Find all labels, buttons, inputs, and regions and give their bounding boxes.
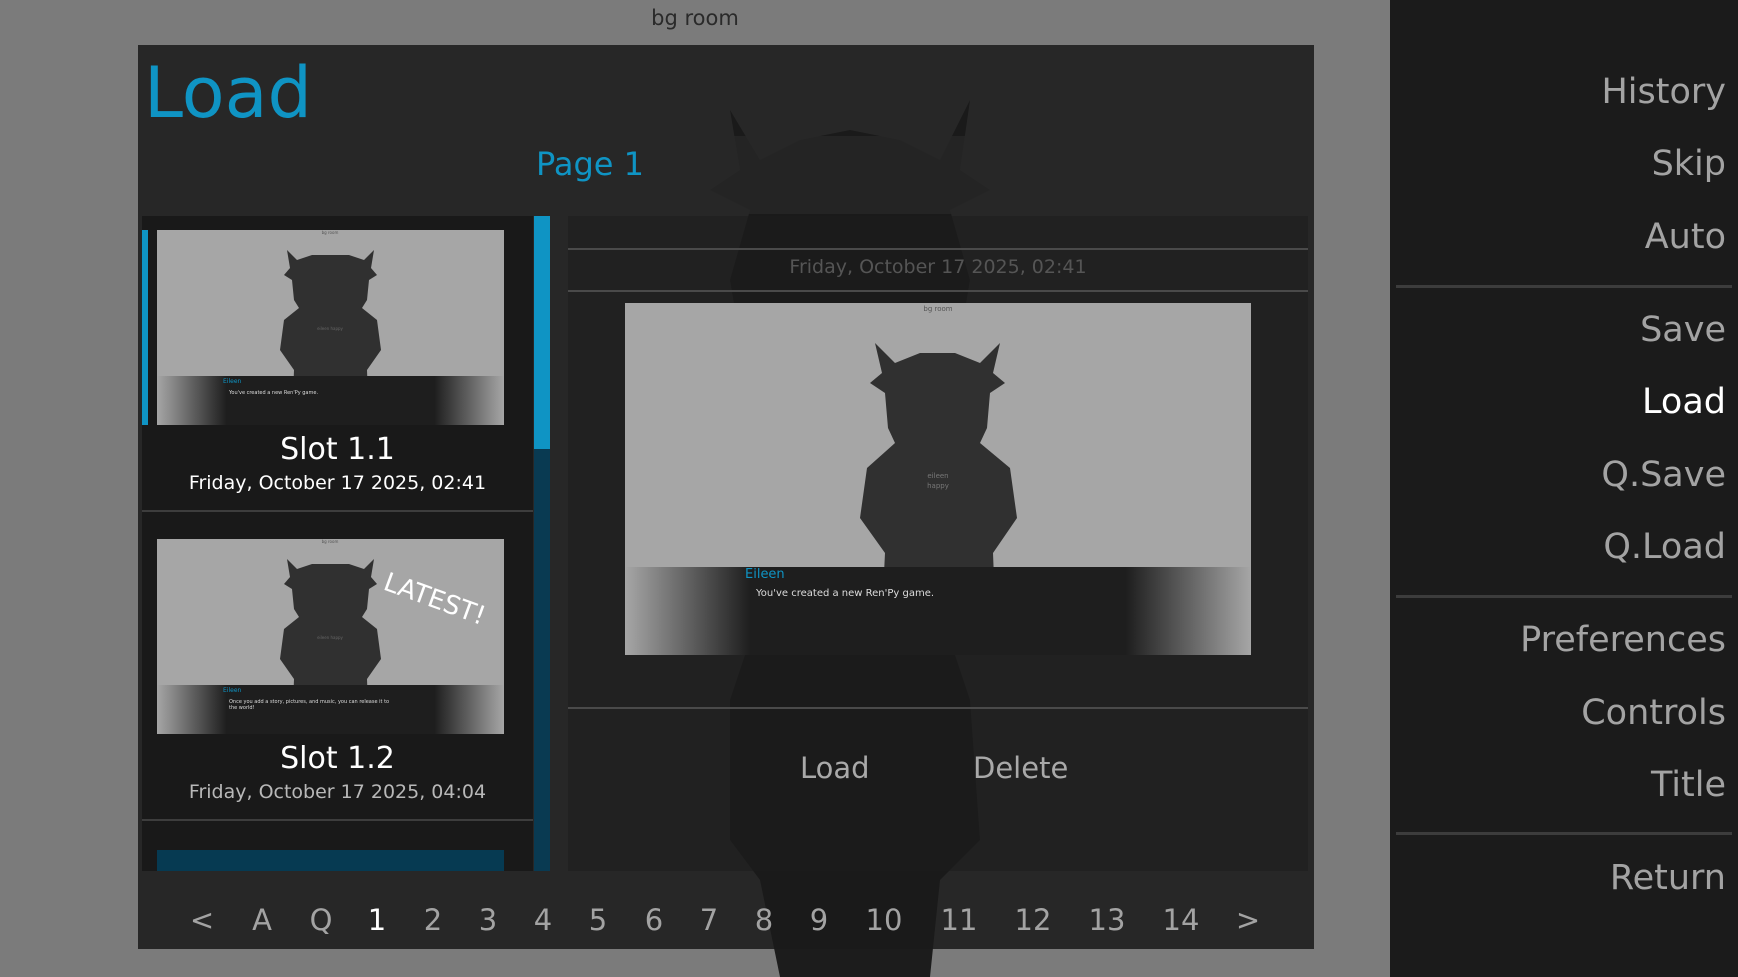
preview-sprite-2: happy: [927, 482, 949, 490]
nav-qsave[interactable]: Q.Save: [1601, 455, 1726, 495]
slot-name: Slot 1.2: [280, 741, 395, 776]
scrollbar-thumb[interactable]: [534, 216, 550, 449]
slot-thumbnail[interactable]: bg room eileen happy Eileen You've creat…: [157, 230, 504, 425]
page-11[interactable]: 11: [941, 903, 978, 937]
game-menu-nav: History Skip Auto Save Load Q.Save Q.Loa…: [1390, 0, 1738, 977]
page-next[interactable]: >: [1236, 903, 1260, 937]
divider: [568, 290, 1308, 292]
preview-speaker: Eileen: [745, 567, 785, 582]
page-3[interactable]: 3: [479, 903, 497, 937]
thumb-speaker: Eileen: [223, 687, 242, 694]
nav-save[interactable]: Save: [1640, 310, 1726, 350]
thumb-sprite-text: eileen happy: [317, 326, 343, 331]
page-label-text[interactable]: Page 1: [536, 145, 644, 183]
page-14[interactable]: 14: [1163, 903, 1200, 937]
page-1[interactable]: 1: [368, 903, 386, 937]
load-button[interactable]: Load: [800, 751, 870, 785]
nav-title[interactable]: Title: [1651, 765, 1726, 805]
page-label[interactable]: Page 1: [138, 145, 1314, 183]
page-quick[interactable]: Q: [310, 903, 333, 937]
load-panel: Load Page 1 bg room eileen happy Eileen …: [138, 45, 1314, 949]
page-7[interactable]: 7: [700, 903, 718, 937]
scene-label: bg room: [651, 6, 739, 30]
nav-skip[interactable]: Skip: [1652, 144, 1726, 184]
slot-list-scrollbar[interactable]: [534, 216, 550, 871]
page-9[interactable]: 9: [810, 903, 828, 937]
save-slot-1-1[interactable]: bg room eileen happy Eileen You've creat…: [142, 216, 533, 512]
page-13[interactable]: 13: [1089, 903, 1126, 937]
preview-bg-label: bg room: [923, 305, 952, 313]
slot-thumbnail[interactable]: bg room eileen happy Eileen Once you add…: [157, 539, 504, 734]
nav-divider: [1396, 285, 1732, 288]
slot-date: Friday, October 17 2025, 02:41: [188, 472, 487, 494]
thumb-bg-label: bg room: [322, 230, 339, 235]
thumb-speaker: Eileen: [223, 378, 242, 385]
thumb-line-2: the world!: [229, 705, 255, 711]
slot-list[interactable]: bg room eileen happy Eileen You've creat…: [142, 216, 533, 871]
detail-screenshot: bg room eileen happy Eileen You've creat…: [625, 303, 1251, 655]
preview-sprite-1: eileen: [927, 472, 948, 480]
nav-qload[interactable]: Q.Load: [1603, 527, 1726, 567]
preview-line: You've created a new Ren'Py game.: [755, 588, 934, 599]
screen-title: Load: [144, 52, 312, 134]
nav-history[interactable]: History: [1601, 72, 1726, 112]
page-6[interactable]: 6: [645, 903, 663, 937]
page-8[interactable]: 8: [755, 903, 773, 937]
nav-divider: [1396, 832, 1732, 835]
delete-button[interactable]: Delete: [973, 751, 1068, 785]
slot-name: Slot 1.1: [280, 432, 395, 467]
nav-preferences[interactable]: Preferences: [1520, 620, 1726, 660]
divider: [568, 248, 1308, 250]
thumb-bg-label: bg room: [322, 539, 339, 544]
thumb-sprite-text: eileen happy: [317, 635, 343, 640]
page-4[interactable]: 4: [534, 903, 552, 937]
page-2[interactable]: 2: [424, 903, 442, 937]
page-auto[interactable]: A: [252, 903, 272, 937]
nav-controls[interactable]: Controls: [1581, 693, 1726, 733]
nav-divider: [1396, 595, 1732, 598]
thumb-line: You've created a new Ren'Py game.: [228, 390, 318, 396]
page-5[interactable]: 5: [589, 903, 607, 937]
page-prev[interactable]: <: [190, 903, 214, 937]
divider: [568, 707, 1308, 709]
save-slot-1-2[interactable]: bg room eileen happy Eileen Once you add…: [142, 525, 533, 821]
page-12[interactable]: 12: [1015, 903, 1052, 937]
nav-load[interactable]: Load: [1642, 382, 1726, 422]
nav-auto[interactable]: Auto: [1645, 217, 1726, 257]
page-navigation: < A Q 1 2 3 4 5 6 7 8 9 10 11 12 13 14 >: [138, 903, 1314, 943]
detail-date: Friday, October 17 2025, 02:41: [789, 256, 1087, 278]
page-10[interactable]: 10: [866, 903, 903, 937]
save-slot-empty[interactable]: [157, 850, 504, 871]
slot-detail-panel: Friday, October 17 2025, 02:41 bg room e…: [568, 216, 1308, 871]
slot-date: Friday, October 17 2025, 04:04: [188, 781, 487, 803]
nav-return[interactable]: Return: [1610, 858, 1726, 898]
